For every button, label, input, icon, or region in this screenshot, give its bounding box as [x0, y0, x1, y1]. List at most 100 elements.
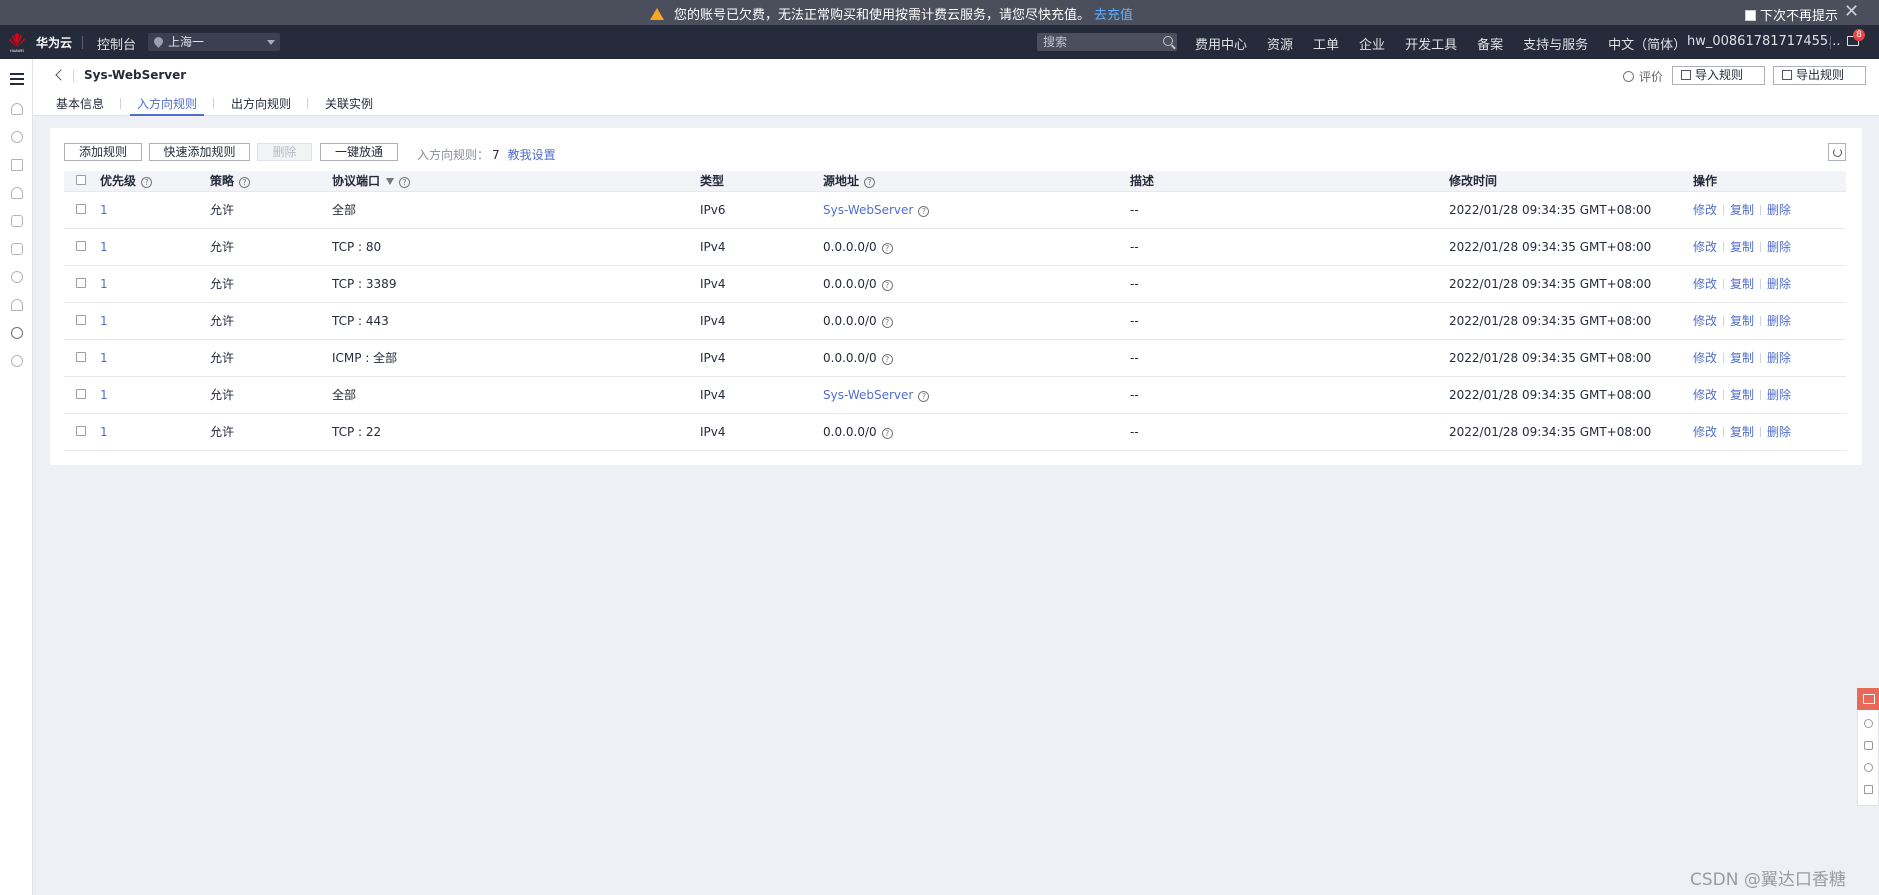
help-icon[interactable] — [864, 177, 876, 189]
database-icon[interactable] — [11, 215, 23, 227]
help-icon[interactable] — [881, 279, 893, 291]
monitor-icon[interactable] — [11, 355, 23, 367]
row-checkbox[interactable] — [76, 240, 86, 251]
quick-add-rule-button[interactable]: 快速添加规则 — [149, 143, 250, 161]
row-checkbox[interactable] — [76, 351, 86, 362]
back-arrow-icon[interactable] — [55, 69, 67, 81]
elastic-ip-icon[interactable] — [11, 131, 23, 143]
nav-item-tickets[interactable]: 工单 — [1313, 38, 1339, 53]
modify-link[interactable]: 修改 — [1693, 240, 1717, 254]
copy-link[interactable]: 复制 — [1730, 314, 1754, 328]
recharge-link[interactable]: 去充值 — [1094, 8, 1133, 23]
help-icon[interactable] — [918, 390, 930, 402]
global-icon[interactable] — [11, 327, 23, 339]
filter-icon[interactable] — [386, 178, 395, 186]
modify-link[interactable]: 修改 — [1693, 314, 1717, 328]
help-icon[interactable] — [141, 177, 153, 189]
nav-item-language[interactable]: 中文（简体） — [1608, 38, 1686, 53]
cloud-server-icon[interactable] — [11, 103, 23, 115]
help-link[interactable]: 教我设置 — [508, 148, 556, 162]
cloud-icon[interactable] — [1864, 741, 1873, 750]
help-icon[interactable] — [239, 177, 251, 189]
col-priority[interactable]: 优先级 — [100, 171, 210, 192]
delete-link[interactable]: 删除 — [1767, 314, 1791, 328]
document-icon[interactable] — [1864, 785, 1873, 794]
delete-button[interactable]: 删除 — [257, 143, 312, 161]
menu-icon[interactable] — [10, 73, 24, 85]
delete-link[interactable]: 删除 — [1767, 351, 1791, 365]
huawei-logo-icon[interactable]: HUAWEI — [6, 31, 28, 53]
copy-link[interactable]: 复制 — [1730, 203, 1754, 217]
select-all-checkbox[interactable] — [76, 174, 86, 185]
rate-button[interactable]: 评价 — [1623, 68, 1663, 85]
allow-all-button[interactable]: 一键放通 — [320, 143, 398, 161]
col-policy[interactable]: 策略 — [210, 171, 332, 192]
search-input[interactable]: 搜索 — [1037, 33, 1177, 51]
modify-link[interactable]: 修改 — [1693, 425, 1717, 439]
add-rule-button[interactable]: 添加规则 — [64, 143, 142, 161]
deploy-icon[interactable] — [11, 299, 23, 311]
source-value[interactable]: Sys-WebServer — [823, 203, 913, 217]
row-checkbox[interactable] — [76, 425, 86, 436]
cdn-icon[interactable] — [11, 271, 23, 283]
search-icon[interactable] — [1163, 36, 1173, 46]
refresh-icon[interactable] — [1828, 143, 1846, 161]
region-selector[interactable]: 上海一 — [148, 33, 280, 51]
tab-basic-info[interactable]: 基本信息 — [56, 95, 104, 112]
storage-icon[interactable] — [11, 243, 23, 255]
copy-link[interactable]: 复制 — [1730, 425, 1754, 439]
tab-associated-instances[interactable]: 关联实例 — [325, 95, 373, 112]
modify-link[interactable]: 修改 — [1693, 388, 1717, 402]
nav-item-enterprise[interactable]: 企业 — [1359, 38, 1385, 53]
console-link[interactable]: 控制台 — [97, 34, 136, 53]
delete-link[interactable]: 删除 — [1767, 388, 1791, 402]
feedback-icon[interactable] — [1857, 688, 1879, 710]
import-rules-button[interactable]: 导入规则 — [1672, 66, 1765, 85]
col-port[interactable]: 协议端口 — [332, 171, 700, 192]
row-checkbox[interactable] — [76, 388, 86, 399]
question-icon[interactable] — [1864, 763, 1873, 772]
modify-link[interactable]: 修改 — [1693, 203, 1717, 217]
help-icon[interactable] — [399, 177, 411, 189]
rate-label: 评价 — [1639, 70, 1664, 84]
help-icon[interactable] — [881, 353, 893, 365]
row-checkbox[interactable] — [76, 203, 86, 214]
col-port-label: 协议端口 — [332, 174, 381, 189]
nav-item-icp[interactable]: 备案 — [1477, 38, 1503, 53]
row-checkbox[interactable] — [76, 277, 86, 288]
help-icon[interactable] — [881, 316, 893, 328]
modify-link[interactable]: 修改 — [1693, 351, 1717, 365]
tab-outbound-rules[interactable]: 出方向规则 — [231, 95, 291, 112]
nav-item-devtools[interactable]: 开发工具 — [1405, 38, 1457, 53]
nav-item-resources[interactable]: 资源 — [1267, 38, 1293, 53]
row-checkbox[interactable] — [76, 314, 86, 325]
brand-name[interactable]: 华为云 — [36, 34, 72, 51]
delete-link[interactable]: 删除 — [1767, 277, 1791, 291]
modify-link[interactable]: 修改 — [1693, 277, 1717, 291]
nav-item-support[interactable]: 支持与服务 — [1523, 38, 1588, 53]
delete-link[interactable]: 删除 — [1767, 203, 1791, 217]
nav-item-billing[interactable]: 费用中心 — [1195, 38, 1247, 53]
export-rules-button[interactable]: 导出规则 — [1773, 66, 1866, 85]
bandwidth-icon[interactable] — [11, 159, 23, 171]
smile-icon[interactable] — [1864, 719, 1873, 728]
user-account[interactable]: hw_00861781717455... — [1687, 34, 1841, 49]
dont-show-checkbox[interactable] — [1745, 10, 1756, 21]
help-icon[interactable] — [881, 427, 893, 439]
help-icon[interactable] — [918, 205, 930, 217]
tab-inbound-rules[interactable]: 入方向规则 — [129, 95, 205, 116]
copy-link[interactable]: 复制 — [1730, 277, 1754, 291]
copy-link[interactable]: 复制 — [1730, 351, 1754, 365]
source-value[interactable]: Sys-WebServer — [823, 388, 913, 402]
dont-show-again[interactable]: 下次不再提示 — [1745, 5, 1838, 24]
priority-value: 1 — [100, 239, 108, 254]
help-icon[interactable] — [881, 242, 893, 254]
col-source[interactable]: 源地址 — [823, 171, 1130, 192]
close-icon[interactable]: ✕ — [1844, 1, 1859, 22]
delete-link[interactable]: 删除 — [1767, 240, 1791, 254]
copy-link[interactable]: 复制 — [1730, 240, 1754, 254]
copy-link[interactable]: 复制 — [1730, 388, 1754, 402]
vpc-icon[interactable] — [11, 187, 23, 199]
delete-link[interactable]: 删除 — [1767, 425, 1791, 439]
row-select-cell — [64, 413, 100, 451]
